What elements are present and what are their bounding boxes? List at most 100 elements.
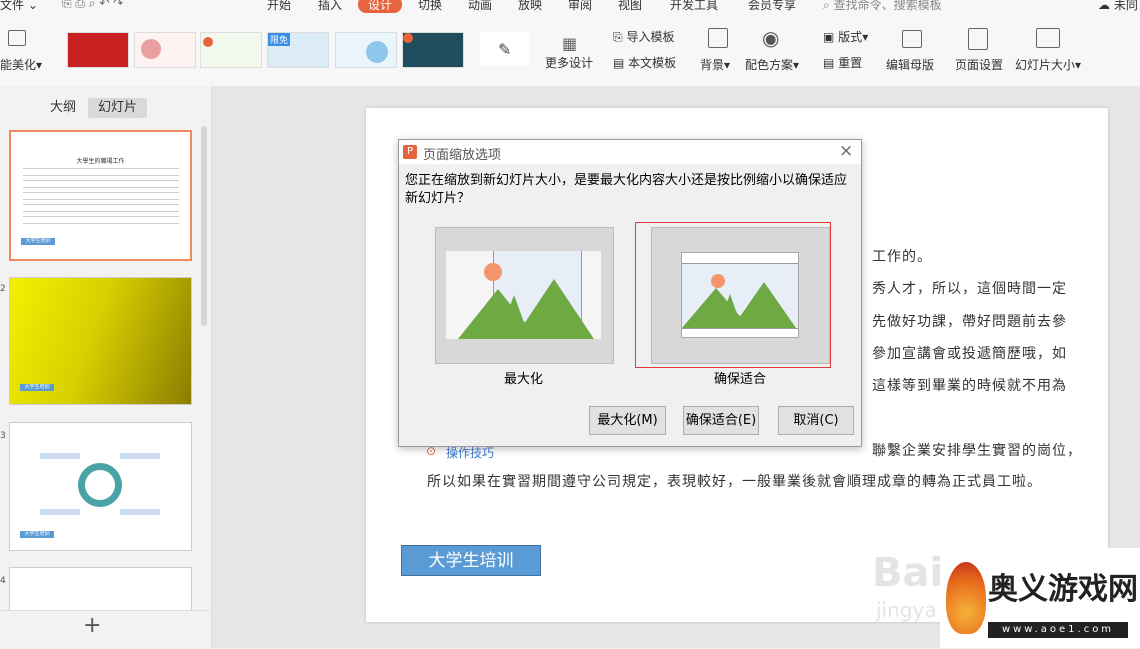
menu-member[interactable]: 会员专享 [748, 0, 796, 13]
bird-sketch-icon: ✎ [498, 40, 512, 59]
reset-icon: ▤ [823, 56, 835, 70]
menu-file[interactable]: 文件 ⌄ [0, 0, 38, 13]
menu-design[interactable]: 设计 [358, 0, 403, 13]
quick-access-icons[interactable]: ⎘ ⎙ ⌕ ↶ ↷ [62, 0, 123, 11]
sync-status[interactable]: ☁ 未同 [1098, 0, 1138, 13]
smart-beautify-button[interactable]: 能美化▾ [0, 56, 42, 73]
maximize-preview [446, 251, 601, 339]
dialog-titlebar: P 页面缩放选项 × [399, 140, 861, 164]
menu-view[interactable]: 视图 [618, 0, 642, 13]
more-design-button[interactable]: 更多设计 [545, 54, 593, 71]
jingyan-watermark: jingya [876, 598, 937, 622]
fit-preview [681, 252, 799, 338]
slide3-label [40, 509, 80, 515]
slide-text-line: 所以如果在實習期間遵守公司規定，表現較好，一般畢業後就會順理成章的轉為正式員工啦… [427, 474, 1042, 490]
slide-number-4: 4 [0, 576, 6, 586]
watermark-logo-text: 奥义游戏网 [988, 572, 1138, 607]
menu-home[interactable]: 开始 [267, 0, 291, 13]
slide3-label [120, 453, 160, 459]
cancel-button[interactable]: 取消(C) [778, 406, 854, 435]
option-maximize[interactable] [435, 227, 614, 364]
template-thumb-7[interactable]: ✎ [480, 32, 530, 66]
slide-thumbnail-4[interactable] [9, 567, 192, 610]
slide1-text-lines [23, 192, 179, 200]
add-slide-bar: + [0, 610, 210, 649]
slide-size-button[interactable]: 幻灯片大小▾ [1015, 56, 1081, 73]
palette-icon: ◉ [762, 26, 780, 50]
edit-master-icon [902, 30, 922, 48]
slide-title-button[interactable]: 大学生培训 [401, 545, 541, 576]
this-template-button[interactable]: ▤ 本文模板 [613, 54, 676, 71]
slide1-button: 大学生培训 [21, 238, 55, 245]
menu-developer[interactable]: 开发工具 [670, 0, 718, 13]
layout-button[interactable]: ▣ 版式▾ [823, 28, 868, 45]
option-ensure-fit[interactable] [651, 227, 830, 364]
wps-logo-icon: P [403, 145, 417, 159]
add-slide-button[interactable]: + [83, 613, 101, 638]
maximize-button[interactable]: 最大化(M) [589, 406, 666, 435]
template-thumb-5[interactable] [335, 32, 397, 68]
slide1-title: 大學生的職場工作 [76, 158, 125, 165]
slide-text-line: 參加宣講會或投遞簡歷哦，如 [872, 346, 1067, 362]
sun-icon [484, 263, 502, 281]
mountain-icon [732, 282, 796, 328]
search-command[interactable]: ⌕ 查找命令、搜索模板 [823, 0, 942, 13]
slide-thumbnail-1[interactable]: 大學生的職場工作 大学生培训 [9, 130, 192, 261]
page-setup-button[interactable]: 页面设置 [955, 56, 1003, 73]
watermark-url: www.aoe1.com [988, 622, 1128, 638]
slide3-label [120, 509, 160, 515]
color-scheme-button[interactable]: 配色方案▾ [745, 56, 799, 73]
baidu-watermark: Bai [872, 550, 944, 596]
smart-beautify-icon [8, 30, 26, 46]
menu-bar: 文件 ⌄ ⎘ ⎙ ⌕ ↶ ↷ 开始 插入 设计 切换 动画 放映 审阅 视图 开… [0, 0, 1140, 14]
mountain-icon [514, 279, 594, 339]
cycle-diagram [78, 463, 122, 507]
ensure-fit-button[interactable]: 确保适合(E) [683, 406, 759, 435]
slide3-button: 大学生培训 [20, 531, 54, 538]
background-button[interactable]: 背景▾ [700, 56, 730, 73]
option-fit-label: 确保适合 [714, 372, 767, 387]
grid-icon: ▦ [562, 34, 578, 53]
search-icon: ⌕ [823, 0, 830, 12]
slide-thumbnail-3[interactable]: 大学生培训 [9, 422, 192, 551]
slide-text-line: 這樣等到畢業的時候就不用為 [872, 378, 1067, 394]
tab-outline[interactable]: 大纲 [40, 98, 86, 118]
slide-thumbnail-2[interactable]: 大学生培训 [9, 277, 192, 405]
flame-logo-icon [946, 562, 986, 634]
menu-animation[interactable]: 动画 [468, 0, 492, 13]
sidebar-scrollbar[interactable] [201, 126, 207, 326]
menu-transition[interactable]: 切换 [418, 0, 442, 13]
background-icon [708, 28, 728, 48]
free-badge: 限免 [268, 33, 291, 46]
edit-master-button[interactable]: 编辑母版 [886, 56, 934, 73]
slide1-text-lines [23, 204, 179, 212]
template-thumb-1[interactable] [67, 32, 129, 68]
slide-text-line: 工作的。 [872, 249, 932, 265]
tab-slides[interactable]: 幻灯片 [88, 98, 148, 118]
import-template-button[interactable]: ⎘ 导入模板 [613, 28, 674, 45]
page-scale-dialog: P 页面缩放选项 × 您正在缩放到新幻灯片大小，是要最大化内容大小还是按比例缩小… [398, 139, 862, 447]
menu-slideshow[interactable]: 放映 [518, 0, 542, 13]
slide1-text-lines [23, 216, 179, 224]
template-thumb-6[interactable] [402, 32, 464, 68]
dialog-message: 您正在缩放到新幻灯片大小，是要最大化内容大小还是按比例缩小以确保适应新幻灯片？ [405, 173, 848, 206]
slide2-button: 大学生培训 [20, 384, 54, 391]
slide-number-3: 3 [0, 431, 6, 441]
slide1-text-lines [23, 180, 179, 188]
template-thumb-4[interactable]: 限免 [267, 32, 329, 68]
slide1-text-lines [23, 168, 179, 176]
template-thumb-2[interactable] [134, 32, 196, 68]
close-icon[interactable]: × [839, 141, 853, 161]
slide-panel: 大纲 幻灯片 大學生的職場工作 大学生培训 2 大学生培训 3 大学生培训 4 … [0, 86, 212, 649]
slide3-label [40, 453, 80, 459]
import-icon: ⎘ [613, 30, 623, 44]
sun-icon [711, 274, 725, 288]
reset-button[interactable]: ▤ 重置 [823, 54, 862, 71]
menu-review[interactable]: 审阅 [568, 0, 592, 13]
slide-number-2: 2 [0, 284, 6, 294]
slide-text-line: 先做好功課，帶好問題前去參 [872, 314, 1067, 330]
menu-insert[interactable]: 插入 [318, 0, 342, 13]
design-ribbon: 能美化▾ 限免 ✎ ▦ 更多设计 ⎘ 导入模板 ▤ 本文模板 背景▾ ◉ 配色方… [0, 14, 1140, 87]
dialog-title: 页面缩放选项 [423, 148, 502, 163]
template-thumb-3[interactable] [200, 32, 262, 68]
